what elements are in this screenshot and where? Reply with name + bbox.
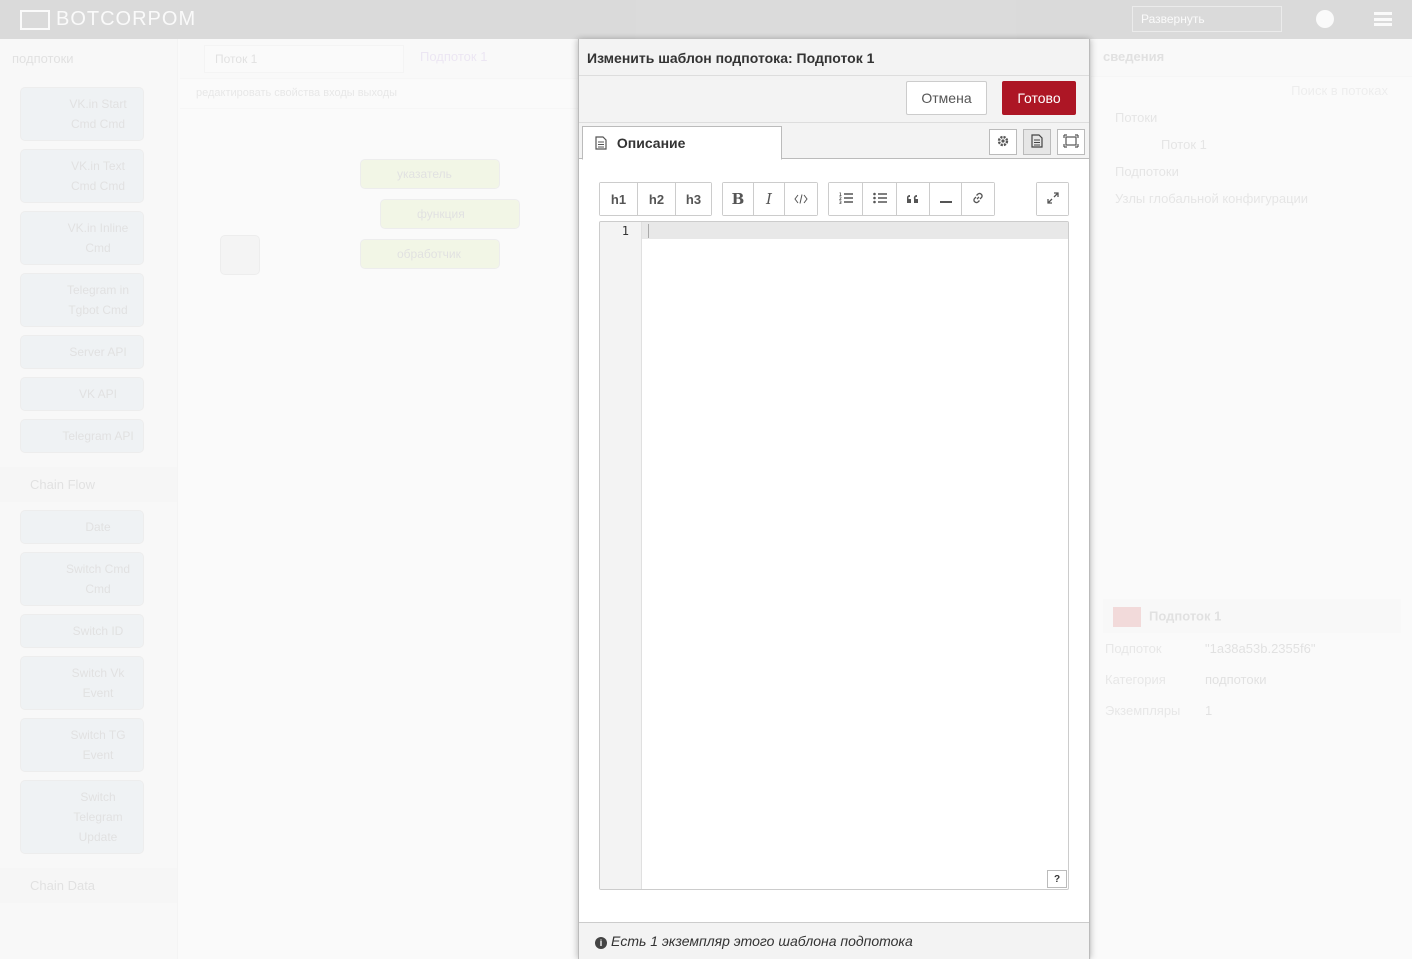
palette-category[interactable]: Chain Data xyxy=(0,868,177,903)
palette-node[interactable]: Server API xyxy=(20,335,144,369)
expand-group xyxy=(1036,182,1069,216)
flow-node[interactable]: функция xyxy=(380,199,520,229)
block-group: 123 xyxy=(828,182,995,216)
description-tab-button[interactable] xyxy=(1023,129,1051,155)
user-icon[interactable] xyxy=(1316,10,1334,28)
minus-icon xyxy=(939,192,952,207)
palette-node[interactable]: Telegram in Tgbot Cmd xyxy=(20,273,144,327)
link-icon xyxy=(971,191,985,208)
sidebar-row[interactable]: Потоки xyxy=(1091,104,1412,131)
sidebar-search[interactable]: Поиск в потоках xyxy=(1091,77,1412,104)
ordered-list-button[interactable]: 123 xyxy=(829,183,863,215)
italic-button[interactable]: I xyxy=(754,183,785,215)
info-property: Категория подпотоки xyxy=(1105,672,1267,687)
h3-button[interactable]: h3 xyxy=(676,183,711,215)
edit-subflow-dialog: Изменить шаблон подпотока: Подпоток 1 От… xyxy=(578,39,1090,959)
info-icon: i xyxy=(595,937,607,949)
settings-tab-button[interactable] xyxy=(989,129,1017,155)
sidebar-info-panel: Подпоток 1 Подпоток "1a38a53b.2355f6" Кат… xyxy=(1091,599,1412,726)
format-group: B I xyxy=(722,182,818,216)
h2-button[interactable]: h2 xyxy=(638,183,676,215)
palette-node[interactable]: VK.in Start Cmd Cmd xyxy=(20,87,144,141)
sidebar-row[interactable]: Подпотоки xyxy=(1091,158,1412,185)
dialog-title: Изменить шаблон подпотока: Подпоток 1 xyxy=(579,39,1089,76)
top-bar: BOTCORPOM Развернуть xyxy=(0,0,1412,39)
subflow-input-port[interactable] xyxy=(220,235,260,275)
document-icon xyxy=(595,136,607,153)
tab-flow[interactable]: Поток 1 xyxy=(204,45,404,73)
markdown-help-button[interactable]: ? xyxy=(1047,870,1067,888)
app-logo: BOTCORPOM xyxy=(20,8,196,31)
flow-node[interactable]: указатель xyxy=(360,159,500,189)
code-button[interactable] xyxy=(785,183,817,215)
palette-node[interactable]: Switch Telegram Update xyxy=(20,780,144,854)
line-number: 1 xyxy=(621,224,629,238)
horizontal-rule-button[interactable] xyxy=(930,183,962,215)
node-palette: подпотоки VK.in Start Cmd Cmd VK.in Text… xyxy=(0,39,178,959)
done-button[interactable]: Готово xyxy=(1002,81,1076,115)
menu-icon[interactable] xyxy=(1374,12,1392,26)
link-button[interactable] xyxy=(962,183,994,215)
deploy-button[interactable]: Развернуть xyxy=(1132,6,1282,32)
description-editor: h1 h2 h3 B I 123 1 ? xyxy=(599,182,1069,890)
tab-description[interactable]: Описание xyxy=(582,126,782,160)
active-line-highlight xyxy=(600,222,1068,239)
document-icon xyxy=(1031,133,1043,151)
workspace: Поток 1 Подпоток 1 редактировать свойств… xyxy=(180,39,578,959)
appearance-tab-button[interactable] xyxy=(1057,129,1085,155)
gear-icon xyxy=(996,134,1010,151)
info-title: Подпоток 1 xyxy=(1103,599,1401,633)
palette-node[interactable]: Date xyxy=(20,510,144,544)
sidebar-tab-info[interactable]: сведения xyxy=(1091,39,1412,77)
bold-button[interactable]: B xyxy=(723,183,754,215)
quote-button[interactable] xyxy=(897,183,930,215)
palette-node[interactable]: Switch TG Event xyxy=(20,718,144,772)
palette-category[interactable]: Chain Flow xyxy=(0,467,177,502)
line-gutter: 1 xyxy=(600,222,642,889)
heading-group: h1 h2 h3 xyxy=(599,182,712,216)
palette-node[interactable]: VK.in Inline Cmd xyxy=(20,211,144,265)
svg-text:3: 3 xyxy=(839,200,842,204)
bullet-list-icon xyxy=(872,192,887,207)
ordered-list-icon: 123 xyxy=(839,192,853,207)
instances-info-text: Есть 1 экземпляр этого шаблона подпотока xyxy=(611,933,913,949)
palette-node[interactable]: Telegram API xyxy=(20,419,144,453)
info-property: Подпоток "1a38a53b.2355f6" xyxy=(1105,641,1316,656)
palette-node[interactable]: Switch Vk Event xyxy=(20,656,144,710)
text-cursor xyxy=(648,224,649,238)
dialog-actions: Отмена Готово xyxy=(579,76,1089,123)
code-icon xyxy=(794,192,808,207)
palette-node[interactable]: VK.in Text Cmd Cmd xyxy=(20,149,144,203)
h1-button[interactable]: h1 xyxy=(600,183,638,215)
palette-header: подпотоки xyxy=(12,51,74,66)
bullet-list-button[interactable] xyxy=(863,183,897,215)
dialog-footer: i Есть 1 экземпляр этого шаблона подпоток… xyxy=(579,922,1089,959)
cancel-button[interactable]: Отмена xyxy=(906,81,987,115)
node-appearance-icon xyxy=(1063,133,1079,151)
info-sidebar: сведения Поиск в потоках Потоки Поток 1 … xyxy=(1090,39,1412,959)
expand-icon xyxy=(1046,191,1059,207)
sidebar-row[interactable]: Поток 1 xyxy=(1091,131,1412,158)
quote-icon xyxy=(906,192,919,207)
expand-button[interactable] xyxy=(1037,183,1068,215)
flow-node[interactable]: обработчик xyxy=(360,239,500,269)
palette-node[interactable]: VK API xyxy=(20,377,144,411)
info-property: Экземпляры 1 xyxy=(1105,703,1213,718)
palette-node[interactable]: Switch Cmd Cmd xyxy=(20,552,144,606)
dialog-tabbar: Описание xyxy=(579,123,1089,160)
palette-node[interactable]: Switch ID xyxy=(20,614,144,648)
markdown-code-editor[interactable]: 1 ? xyxy=(599,221,1069,890)
sidebar-row[interactable]: Узлы глобальной конфигурации xyxy=(1091,185,1412,212)
tab-subflow[interactable]: Подпоток 1 xyxy=(420,49,487,64)
markdown-toolbar: h1 h2 h3 B I 123 xyxy=(599,182,1069,216)
workspace-tabs: Поток 1 Подпоток 1 xyxy=(180,39,578,79)
tab-description-label: Описание xyxy=(616,135,686,151)
subflow-toolbar: редактировать свойства входы выходы xyxy=(180,79,578,109)
